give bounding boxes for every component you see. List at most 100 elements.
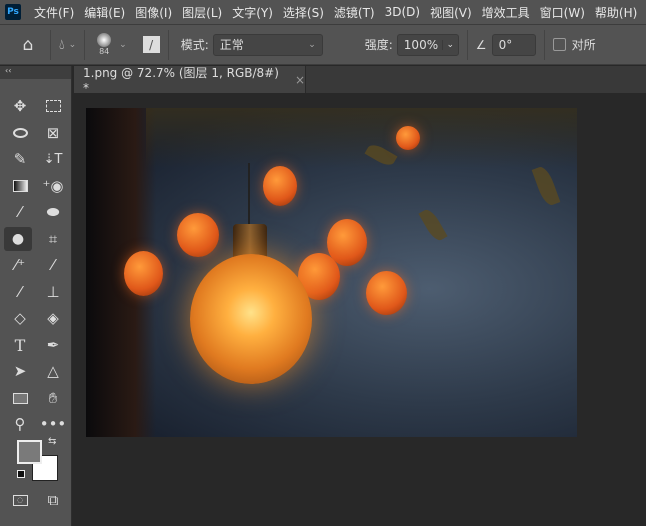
- red-eye-tool[interactable]: ⁺◉: [39, 174, 67, 198]
- tools-panel: ‹‹ ✥ ⊠ ✎ ⇣T ⁺◉ ⁄ ⬬ ● ⌗ ⁄⁺ ⁄ ⁄ ⊥ ◇ ◈ T ✒︎…: [0, 66, 72, 526]
- menu-view[interactable]: 视图(V): [425, 4, 477, 21]
- move-tool[interactable]: ✥: [6, 94, 34, 118]
- light-bulb: [190, 254, 312, 384]
- gradient-icon: [12, 180, 28, 192]
- pen-tool[interactable]: ✒︎: [39, 333, 67, 357]
- frame-icon: ⊠: [46, 124, 60, 142]
- paint-bucket-tool[interactable]: ◈: [39, 306, 67, 330]
- magic-wand-icon: ⁄⁺: [14, 256, 26, 274]
- sample-all-layers-checkbox[interactable]: [552, 38, 566, 51]
- strength-value: 100%: [403, 37, 439, 52]
- strength-label: 强度:: [364, 38, 393, 52]
- quick-mask-icon: ◌: [12, 494, 28, 506]
- magic-wand-tool[interactable]: ⁄⁺: [6, 253, 34, 277]
- triangle-icon: △: [47, 362, 59, 380]
- photoshop-logo: Ps: [5, 4, 21, 20]
- path-selection-tool[interactable]: ➤: [6, 359, 34, 383]
- soft-brush-icon: [97, 33, 112, 47]
- close-tab-icon[interactable]: ×: [295, 73, 305, 87]
- angle-value: 0°: [498, 37, 513, 52]
- strength-input[interactable]: 100% ⌄: [396, 33, 459, 56]
- zoom-tool[interactable]: ⚲: [6, 412, 34, 436]
- patch-tool[interactable]: ⬬: [39, 200, 67, 224]
- ellipsis-icon: •••: [39, 415, 67, 433]
- home-icon[interactable]: ⌂: [14, 35, 42, 55]
- menu-3d[interactable]: 3D(D): [380, 5, 425, 19]
- chevron-down-icon: ⌄: [308, 39, 316, 50]
- branch-foliage-shape: [146, 108, 577, 168]
- chevron-down-icon[interactable]: ⌄: [69, 40, 77, 50]
- more-tools-button[interactable]: •••: [39, 412, 67, 436]
- color-sampler-tool[interactable]: ⁄: [39, 253, 67, 277]
- pen-icon: ✒︎: [46, 336, 60, 354]
- brush-tool[interactable]: ⁄: [6, 280, 34, 304]
- menu-help[interactable]: 帮助(H): [590, 4, 642, 21]
- swap-colors-icon[interactable]: ⇆: [48, 436, 56, 447]
- document-tab[interactable]: 1.png @ 72.7% (图层 1, RGB/8#) * ×: [74, 66, 306, 95]
- eraser-icon: ◇: [14, 309, 26, 327]
- lasso-icon: [12, 128, 28, 138]
- document-canvas[interactable]: [86, 108, 577, 437]
- chevron-down-icon[interactable]: ⌄: [119, 40, 127, 50]
- mode-value: 正常: [219, 38, 244, 52]
- screen-mode-button[interactable]: ⧉: [39, 488, 67, 512]
- hand-tool[interactable]: ✋︎: [39, 386, 67, 410]
- vertical-type-mask-tool[interactable]: ⇣T: [39, 147, 67, 171]
- menu-window[interactable]: 窗口(W): [535, 4, 590, 21]
- document-tab-bar: 1.png @ 72.7% (图层 1, RGB/8#) * ×: [74, 66, 646, 95]
- paint-bucket-icon: ◈: [47, 309, 59, 327]
- menu-type[interactable]: 文字(Y): [227, 4, 278, 21]
- quick-mask-button[interactable]: ◌: [6, 488, 34, 512]
- leaf-shape: [531, 164, 561, 208]
- menu-edit[interactable]: 编辑(E): [79, 4, 130, 21]
- red-eye-icon: ⁺◉: [42, 177, 64, 195]
- angle-icon: ∠: [475, 37, 487, 52]
- type-mask-icon: ⇣T: [43, 151, 63, 167]
- brush-size: 84: [99, 47, 110, 56]
- magnifier-icon: ⚲: [14, 415, 26, 433]
- quick-selection-icon: ✎: [13, 150, 27, 168]
- menu-file[interactable]: 文件(F): [29, 4, 79, 21]
- quick-selection-tool[interactable]: ✎: [6, 147, 34, 171]
- document-tab-title: 1.png @ 72.7% (图层 1, RGB/8#) *: [83, 66, 279, 95]
- mode-label: 模式:: [180, 38, 209, 52]
- mode-select[interactable]: 正常 ⌄: [212, 33, 323, 56]
- lasso-tool[interactable]: [6, 121, 34, 145]
- default-colors-icon[interactable]: [17, 470, 25, 478]
- rectangle-tool[interactable]: [6, 386, 34, 410]
- clone-stamp-tool[interactable]: ⊥: [39, 280, 67, 304]
- type-tool[interactable]: T: [6, 333, 34, 357]
- menu-bar: Ps 文件(F) 编辑(E) 图像(I) 图层(L) 文字(Y) 选择(S) 滤…: [0, 0, 646, 24]
- menu-layer[interactable]: 图层(L): [177, 4, 227, 21]
- menu-select[interactable]: 选择(S): [278, 4, 329, 21]
- options-bar: ⌂ 💧︎ ⌄ 84 ⌄ / 模式: 正常 ⌄ 强度: 100% ⌄ ∠ 0° 对所: [0, 24, 646, 65]
- frame-tool[interactable]: ⊠: [39, 121, 67, 145]
- blur-drop-icon: ●: [11, 231, 25, 247]
- blur-tool-preset-icon[interactable]: 💧︎: [59, 37, 65, 53]
- screen-mode-icon: ⧉: [47, 491, 59, 509]
- gradient-tool[interactable]: [6, 174, 34, 198]
- crop-icon: ⌗: [48, 230, 58, 248]
- blur-tool[interactable]: ●: [4, 227, 32, 251]
- menu-image[interactable]: 图像(I): [130, 4, 177, 21]
- foreground-color-swatch[interactable]: [17, 440, 42, 464]
- leaf-shape: [418, 206, 448, 244]
- brush-settings-icon[interactable]: /: [142, 36, 160, 53]
- eyedropper-icon: ⁄: [18, 203, 22, 221]
- brush-preset-picker[interactable]: 84: [93, 33, 115, 56]
- orange-fruit: [124, 251, 163, 296]
- brush-icon: ⁄: [18, 283, 22, 301]
- collapse-toolbar-button[interactable]: ‹‹: [0, 66, 71, 79]
- arrow-icon: ➤: [13, 362, 27, 380]
- bulb-cord: [248, 163, 250, 225]
- crop-tool[interactable]: ⌗: [39, 227, 67, 251]
- angle-input[interactable]: 0°: [491, 33, 536, 56]
- hand-icon: ✋︎: [48, 389, 58, 407]
- menu-filter[interactable]: 滤镜(T): [329, 4, 380, 21]
- eraser-tool[interactable]: ◇: [6, 306, 34, 330]
- menu-plugins[interactable]: 增效工具: [477, 4, 535, 21]
- shape-triangle-tool[interactable]: △: [39, 359, 67, 383]
- marquee-tool[interactable]: [39, 94, 67, 118]
- eyedropper-tool[interactable]: ⁄: [6, 200, 34, 224]
- strength-dropdown[interactable]: ⌄: [441, 39, 458, 50]
